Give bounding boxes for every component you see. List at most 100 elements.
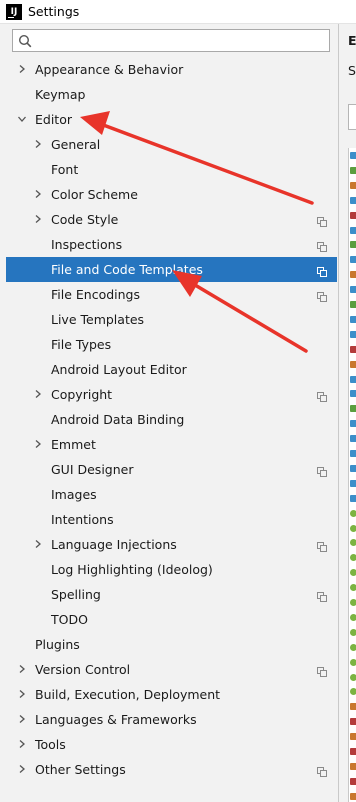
file-type-icon [350,569,356,577]
file-type-icon [350,286,356,294]
tree-item-copyright[interactable]: Copyright [0,382,338,407]
copy-icon [317,215,327,227]
tree-item-spelling[interactable]: Spelling [0,582,338,607]
file-type-icon [350,748,356,755]
app-logo-text: IJ [10,6,18,17]
copy-icon [317,665,327,677]
chevron-right-icon[interactable] [33,139,43,149]
tree-item-label: Plugins [35,637,80,652]
file-type-icon [350,330,356,338]
tree-item-font[interactable]: Font [0,157,338,182]
tree-item-images[interactable]: Images [0,482,338,507]
title-bar: IJ Settings [0,0,356,24]
tree-item-version-control[interactable]: Version Control [0,657,338,682]
tree-item-label: Code Style [51,212,119,227]
tree-item-keymap[interactable]: Keymap [0,82,338,107]
tree-item-language-injections[interactable]: Language Injections [0,532,338,557]
file-type-icon [350,271,356,279]
tree-item-label: Build, Execution, Deployment [35,687,221,702]
tree-item-label: TODO [51,612,88,627]
file-type-icon [350,226,356,234]
tree-item-intentions[interactable]: Intentions [0,507,338,532]
tree-item-plugins[interactable]: Plugins [0,632,338,657]
chevron-right-icon[interactable] [33,389,43,399]
file-type-icon [350,315,356,323]
tree-item-label: Version Control [35,662,131,677]
tree-item-label: Font [51,162,79,177]
search-icon [18,34,32,48]
file-type-icon [350,479,356,487]
copy-icon [317,390,327,402]
chevron-right-icon[interactable] [17,764,27,774]
file-type-icon [350,196,356,204]
tree-item-label: Appearance & Behavior [35,62,184,77]
file-type-icon [350,792,356,800]
right-pane-header: E [348,33,356,48]
chevron-down-icon[interactable] [17,114,27,124]
file-type-icon [350,152,356,159]
tree-item-label: Other Settings [35,762,126,777]
tree-item-file-and-code-templates[interactable]: File and Code Templates [6,257,337,282]
app-logo-icon: IJ [6,3,22,20]
tree-item-color-scheme[interactable]: Color Scheme [0,182,338,207]
copy-icon [317,290,327,302]
file-type-icon [350,241,356,249]
chevron-right-icon[interactable] [17,664,27,674]
file-type-icon [350,673,356,681]
tree-item-label: Android Layout Editor [51,362,187,377]
tree-item-label: Log Highlighting (Ideolog) [51,562,213,577]
tree-item-live-templates[interactable]: Live Templates [0,307,338,332]
tree-item-inspections[interactable]: Inspections [0,232,338,257]
tree-item-gui-designer[interactable]: GUI Designer [0,457,338,482]
tree-item-code-style[interactable]: Code Style [0,207,338,232]
chevron-right-icon[interactable] [33,189,43,199]
chevron-right-icon[interactable] [33,214,43,224]
file-type-icon [350,345,356,353]
tree-item-label: GUI Designer [51,462,134,477]
tree-item-emmet[interactable]: Emmet [0,432,338,457]
chevron-right-icon[interactable] [17,64,27,74]
file-type-icon [350,643,356,651]
tree-item-file-types[interactable]: File Types [0,332,338,357]
tree-item-general[interactable]: General [0,132,338,157]
file-type-icon [350,256,356,264]
tree-item-label: Intentions [51,512,114,527]
chevron-right-icon[interactable] [17,739,27,749]
file-type-icon [350,211,356,219]
tree-item-label: File Encodings [51,287,141,302]
right-pane-tab[interactable] [348,104,356,130]
tree-item-label: Keymap [35,87,86,102]
file-type-icon [350,658,356,666]
file-type-icon [350,301,356,308]
file-type-icon [350,450,356,457]
search-field[interactable] [12,29,330,52]
file-type-icon [350,181,356,189]
tree-item-label: Copyright [51,387,113,402]
file-type-icon [350,584,356,592]
tree-item-other-settings[interactable]: Other Settings [0,757,338,782]
tree-item-editor[interactable]: Editor [0,107,338,132]
file-type-icon [350,762,356,770]
tree-item-label: Emmet [51,437,96,452]
search-input[interactable] [35,32,325,49]
window-title: Settings [28,4,80,19]
tree-item-android-data-binding[interactable]: Android Data Binding [0,407,338,432]
copy-icon [317,265,327,277]
chevron-right-icon[interactable] [33,439,43,449]
tree-item-languages-and-frameworks[interactable]: Languages & Frameworks [0,707,338,732]
tree-item-label: Language Injections [51,537,177,552]
file-type-icon [350,777,356,785]
tree-item-log-highlighting-ideolog[interactable]: Log Highlighting (Ideolog) [0,557,338,582]
tree-item-todo[interactable]: TODO [0,607,338,632]
tree-item-build-execution-deployment[interactable]: Build, Execution, Deployment [0,682,338,707]
chevron-right-icon[interactable] [17,689,27,699]
template-list[interactable] [348,148,356,802]
chevron-right-icon[interactable] [33,539,43,549]
tree-item-label: Inspections [51,237,123,252]
tree-item-android-layout-editor[interactable]: Android Layout Editor [0,357,338,382]
tree-item-tools[interactable]: Tools [0,732,338,757]
tree-item-file-encodings[interactable]: File Encodings [0,282,338,307]
chevron-right-icon[interactable] [17,714,27,724]
tree-item-appearance-and-behavior[interactable]: Appearance & Behavior [0,57,338,82]
tree-item-label: Languages & Frameworks [35,712,197,727]
